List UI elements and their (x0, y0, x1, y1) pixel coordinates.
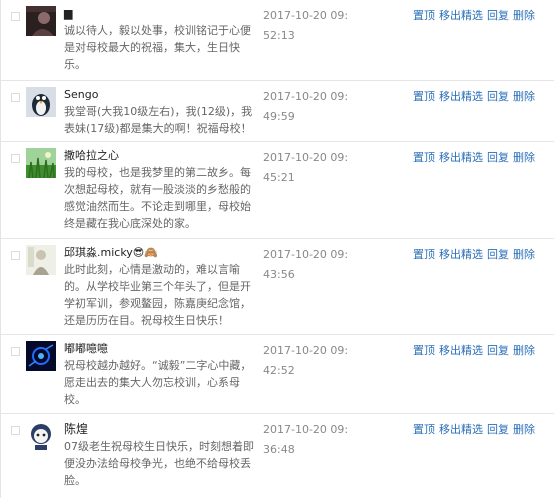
comment-time: 2017-10-20 09:43:56 (263, 248, 349, 281)
comment-time: 2017-10-20 09:42:52 (263, 344, 349, 377)
comment-text: 07级老生祝母校生日快乐，时刻想着即便没办法给母校争光，也绝不给母校丢脸。 (64, 440, 254, 487)
reply-button[interactable]: 回复 (487, 344, 509, 357)
delete-button[interactable]: 删除 (513, 90, 535, 103)
reply-button[interactable]: 回复 (487, 151, 509, 164)
comment-actions: 置顶 移出精选 回复 删除 (413, 246, 539, 264)
comment-text: 我堂哥(大我10级左右)，我(12级)，我表妹(17级)都是集大的啊！祝福母校！ (64, 105, 253, 135)
comment-actions: 置顶 移出精选 回复 删除 (413, 7, 539, 25)
sketch-figure-avatar-icon (26, 245, 56, 275)
reply-button[interactable]: 回复 (487, 9, 509, 22)
remove-featured-button[interactable]: 移出精选 (439, 9, 483, 22)
comment-actions: 置顶 移出精选 回复 删除 (413, 88, 539, 106)
comment-text: 诚以待人，毅以处事，校训铭记于心便是对母校最大的祝福，集大，生日快乐。 (64, 24, 251, 71)
delete-button[interactable]: 删除 (513, 248, 535, 261)
comment-actions: 置顶 移出精选 回复 删除 (413, 149, 539, 167)
select-checkbox[interactable] (11, 251, 20, 260)
comment-actions: 置顶 移出精选 回复 删除 (413, 421, 539, 439)
commenter-name: Sengo (64, 88, 99, 101)
commenter-name: 撒哈拉之心 (64, 149, 119, 162)
comment-time: 2017-10-20 09:52:13 (263, 9, 349, 42)
comment-text: 我的母校，也是我梦里的第二故乡。每次想起母校，就有一股淡淡的乡愁般的感觉油然而生… (64, 166, 251, 230)
dark-blue-avatar-icon (26, 341, 56, 371)
select-checkbox[interactable] (11, 347, 20, 356)
comment-list: ▆ 诚以待人，毅以处事，校训铭记于心便是对母校最大的祝福，集大，生日快乐。 20… (0, 0, 554, 498)
commenter-name: ▆ (64, 7, 73, 20)
comment-row: 撒哈拉之心 我的母校，也是我梦里的第二故乡。每次想起母校，就有一股淡淡的乡愁般的… (1, 142, 554, 239)
commenter-name: 陈煌 (64, 422, 89, 436)
pin-button[interactable]: 置顶 (413, 90, 435, 103)
reply-button[interactable]: 回复 (487, 90, 509, 103)
green-grass-avatar-icon (26, 148, 56, 178)
comment-row: ▆ 诚以待人，毅以处事，校训铭记于心便是对母校最大的祝福，集大，生日快乐。 20… (1, 0, 554, 81)
dark-portrait-avatar-icon (26, 6, 56, 36)
pin-button[interactable]: 置顶 (413, 248, 435, 261)
reply-button[interactable]: 回复 (487, 423, 509, 436)
remove-featured-button[interactable]: 移出精选 (439, 344, 483, 357)
comment-row: Sengo 我堂哥(大我10级左右)，我(12级)，我表妹(17级)都是集大的啊… (1, 81, 554, 142)
select-checkbox[interactable] (11, 12, 20, 21)
reply-button[interactable]: 回复 (487, 248, 509, 261)
cartoon-character-avatar-icon (26, 420, 56, 450)
select-checkbox[interactable] (11, 93, 20, 102)
comment-row: 嘟嘟噫噫 祝母校越办越好。“诚毅”二字心中藏，愿走出去的集大人勿忘校训，心系母校… (1, 335, 554, 414)
remove-featured-button[interactable]: 移出精选 (439, 90, 483, 103)
select-checkbox[interactable] (11, 426, 20, 435)
comment-text: 祝母校越办越好。“诚毅”二字心中藏，愿走出去的集大人勿忘校训，心系母校。 (64, 359, 252, 406)
comment-text: 此时此刻，心情是激动的，难以言喻的。从学校毕业第三个年头了，但是开学初军训，参观… (64, 263, 251, 327)
remove-featured-button[interactable]: 移出精选 (439, 248, 483, 261)
remove-featured-button[interactable]: 移出精选 (439, 423, 483, 436)
comment-row: 陈煌 07级老生祝母校生日快乐，时刻想着即便没办法给母校争光，也绝不给母校丢脸。… (1, 414, 554, 497)
commenter-name: 嘟嘟噫噫 (64, 342, 108, 355)
comment-time: 2017-10-20 09:49:59 (263, 90, 349, 123)
select-checkbox[interactable] (11, 154, 20, 163)
comment-time: 2017-10-20 09:36:48 (263, 423, 349, 456)
comment-actions: 置顶 移出精选 回复 删除 (413, 342, 539, 360)
commenter-name: 邱琪淼.micky😎🙈 (64, 246, 158, 259)
remove-featured-button[interactable]: 移出精选 (439, 151, 483, 164)
penguin-avatar-icon (26, 87, 56, 117)
delete-button[interactable]: 删除 (513, 151, 535, 164)
comment-time: 2017-10-20 09:45:21 (263, 151, 349, 184)
pin-button[interactable]: 置顶 (413, 423, 435, 436)
pin-button[interactable]: 置顶 (413, 151, 435, 164)
pin-button[interactable]: 置顶 (413, 344, 435, 357)
delete-button[interactable]: 删除 (513, 9, 535, 22)
delete-button[interactable]: 删除 (513, 423, 535, 436)
pin-button[interactable]: 置顶 (413, 9, 435, 22)
delete-button[interactable]: 删除 (513, 344, 535, 357)
comment-row: 邱琪淼.micky😎🙈 此时此刻，心情是激动的，难以言喻的。从学校毕业第三个年头… (1, 239, 554, 335)
